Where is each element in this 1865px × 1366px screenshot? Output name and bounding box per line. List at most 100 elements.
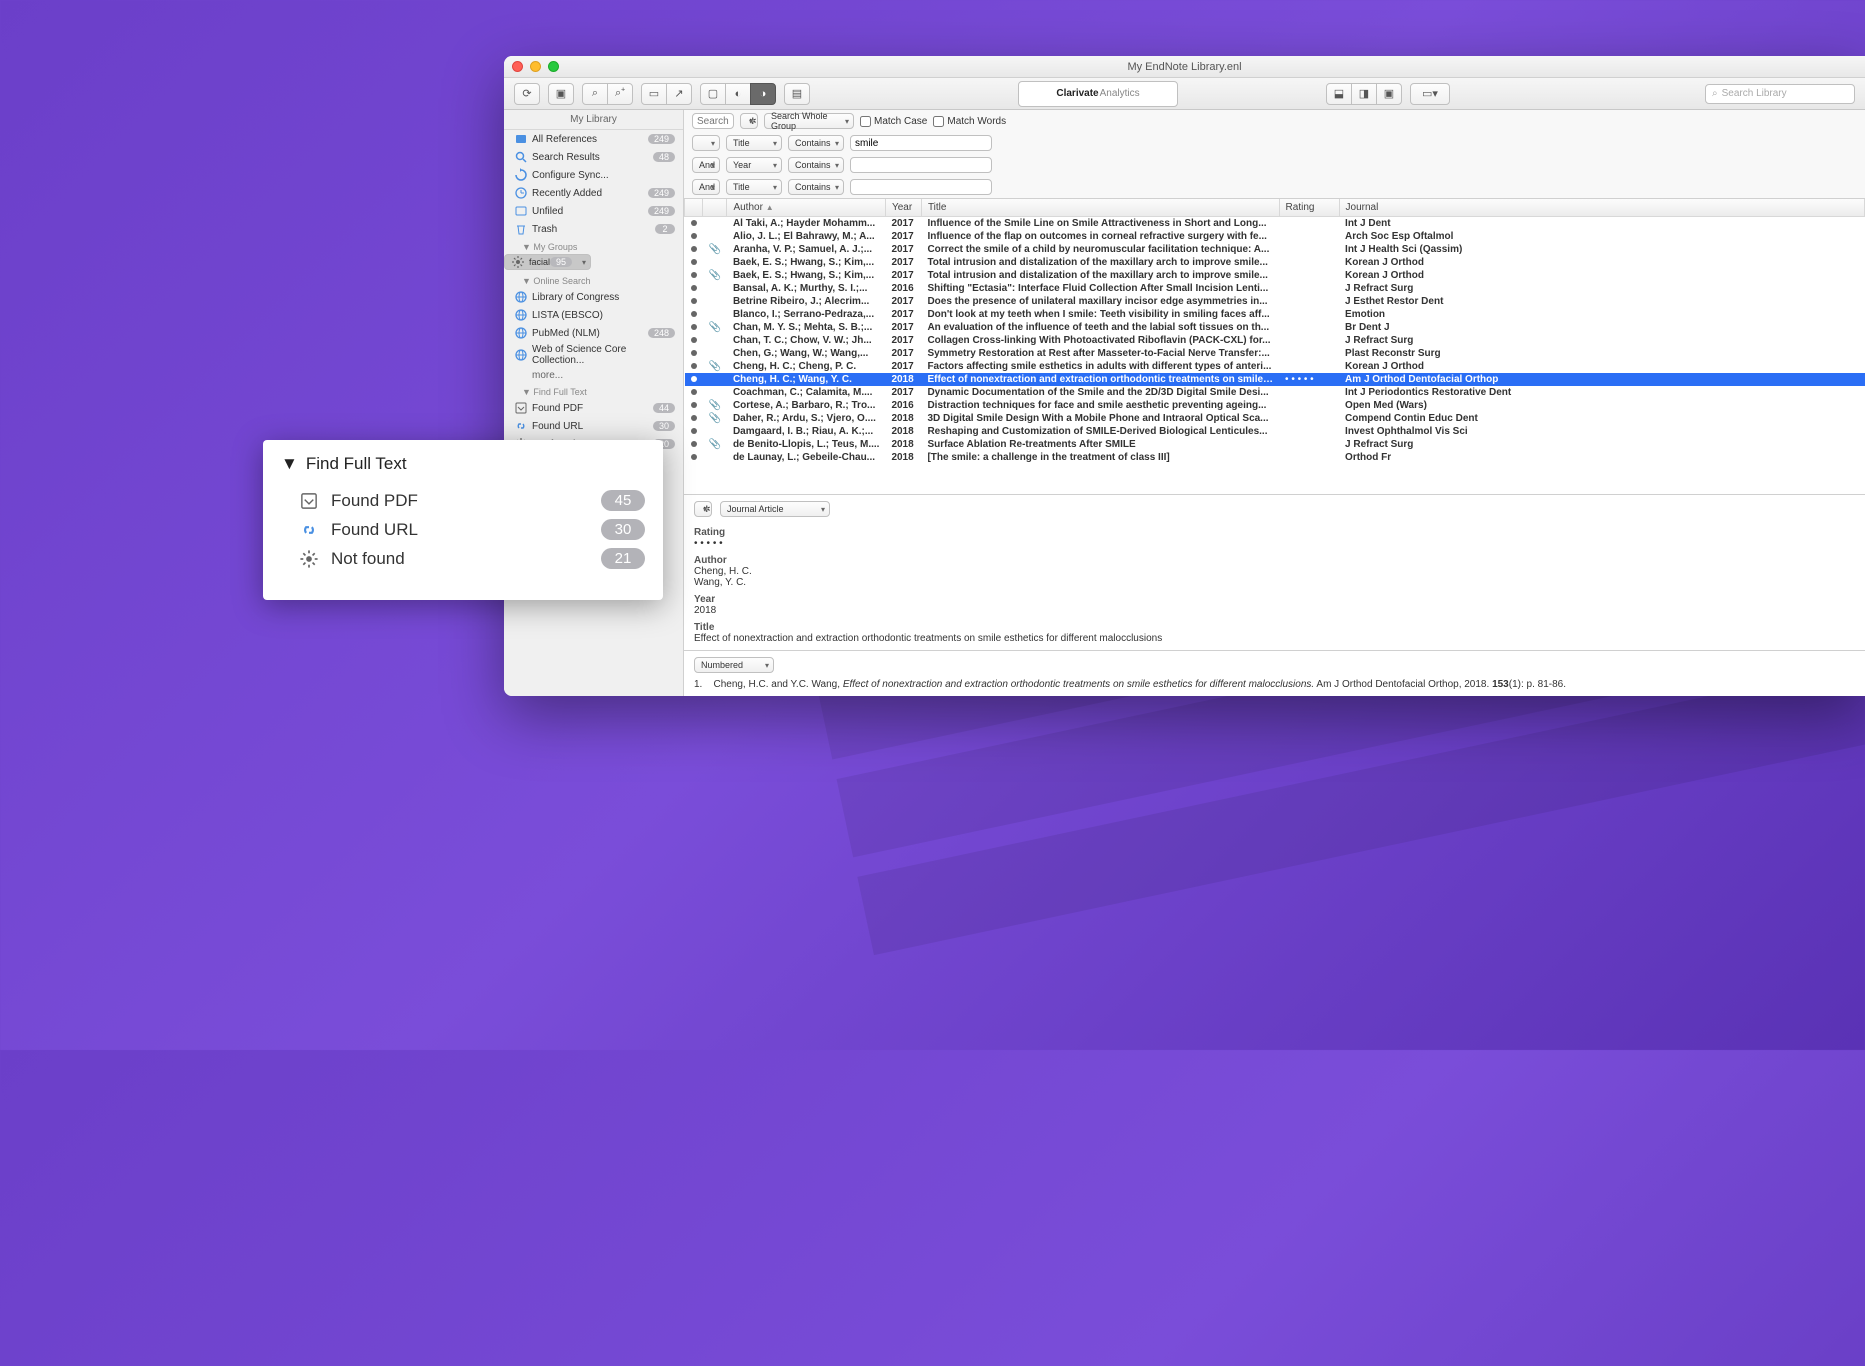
unread-icon — [691, 324, 697, 330]
share-button[interactable]: ▣ — [548, 83, 574, 105]
app-window: My EndNote Library.enl ⟳ ▣ ⌕ ⌕⁺ ▭ ↗ ▢ ◐ … — [504, 56, 1865, 696]
search-input[interactable] — [692, 113, 734, 129]
sidebar-more[interactable]: more... — [504, 368, 683, 383]
cell-year: 2018 — [885, 425, 921, 438]
sidebar-item-unfiled[interactable]: Unfiled249 — [504, 202, 683, 220]
table-row[interactable]: Coachman, C.; Calamita, M.... 2017 Dynam… — [685, 386, 1865, 399]
sidebar-item-search-results[interactable]: Search Results48 — [504, 148, 683, 166]
globe-icon — [514, 308, 528, 322]
search-scope-select[interactable]: Search Whole Group — [764, 113, 854, 129]
search-cond-select[interactable]: Contains — [788, 157, 844, 173]
cell-journal: Invest Ophthalmol Vis Sci — [1339, 425, 1864, 438]
cell-rating — [1279, 425, 1339, 438]
sidebar-item-library-of-congress[interactable]: Library of Congress — [504, 288, 683, 306]
sidebar-item-all-references[interactable]: All References249 — [504, 130, 683, 148]
column-header[interactable]: Author ▲ — [727, 199, 885, 217]
column-header[interactable]: Rating — [1279, 199, 1339, 217]
cell-author: Chan, M. Y. S.; Mehta, S. B.;... — [727, 321, 885, 334]
layout-off-button[interactable]: ▣ — [1376, 83, 1402, 105]
reference-type-select[interactable]: Journal Article — [720, 501, 830, 517]
citation-style-select[interactable]: Numbered — [694, 657, 774, 673]
table-row[interactable]: Damgaard, I. B.; Riau, A. K.;... 2018 Re… — [685, 425, 1865, 438]
unread-icon — [691, 220, 697, 226]
table-row[interactable]: Blanco, I.; Serrano-Pedraza,... 2017 Don… — [685, 308, 1865, 321]
table-row[interactable]: 📎 de Benito-Llopis, L.; Teus, M.... 2018… — [685, 438, 1865, 451]
layout-right-button[interactable]: ◨ — [1351, 83, 1377, 105]
new-ref-button[interactable]: ▭ — [641, 83, 667, 105]
search-op-select[interactable] — [692, 135, 720, 151]
search-field-select[interactable]: Title — [726, 135, 782, 151]
search-field-select[interactable]: Year — [726, 157, 782, 173]
cell-year: 2017 — [885, 321, 921, 334]
content-area: ✲ Search Whole Group Match Case Match Wo… — [684, 110, 1865, 696]
sidebar-item-recently-added[interactable]: Recently Added249 — [504, 184, 683, 202]
reference-table[interactable]: Author ▲YearTitleRatingJournal Al Taki, … — [684, 199, 1865, 494]
sidebar-item-found-pdf[interactable]: Found PDF44 — [504, 399, 683, 417]
table-row[interactable]: Chan, T. C.; Chow, V. W.; Jh... 2017 Col… — [685, 334, 1865, 347]
callout-item-found-pdf[interactable]: Found PDF45 — [281, 486, 645, 515]
help-button[interactable]: ▤ — [784, 83, 810, 105]
table-row[interactable]: 📎 Baek, E. S.; Hwang, S.; Kim,... 2017 T… — [685, 269, 1865, 282]
titlebar: My EndNote Library.enl — [504, 56, 1865, 78]
table-row[interactable]: 📎 Daher, R.; Ardu, S.; Vjero, O.... 2018… — [685, 412, 1865, 425]
trash-icon — [514, 222, 528, 236]
sidebar-item-trash[interactable]: Trash2 — [504, 220, 683, 238]
column-header[interactable]: Title — [921, 199, 1279, 217]
column-header[interactable]: Year — [885, 199, 921, 217]
table-row[interactable]: Chen, G.; Wang, W.; Wang,... 2017 Symmet… — [685, 347, 1865, 360]
attachment-icon: 📎 — [709, 244, 721, 255]
search-value-input[interactable] — [850, 135, 992, 151]
search-cond-select[interactable]: Contains — [788, 135, 844, 151]
magnify-button[interactable]: ⌕ — [582, 83, 608, 105]
search-value-input[interactable] — [850, 179, 992, 195]
export-button[interactable]: ↗ — [666, 83, 692, 105]
search-op-select[interactable]: And — [692, 157, 720, 173]
table-row[interactable]: Cheng, H. C.; Wang, Y. C. 2018 Effect of… — [685, 373, 1865, 386]
sync-button[interactable]: ⟳ — [514, 83, 540, 105]
folder-button[interactable]: ▢ — [700, 83, 726, 105]
search-field-select[interactable]: Title — [726, 179, 782, 195]
table-row[interactable]: Baek, E. S.; Hwang, S.; Kim,... 2017 Tot… — [685, 256, 1865, 269]
callout-item-found-url[interactable]: Found URL30 — [281, 515, 645, 544]
online-button[interactable]: ◐ — [725, 83, 751, 105]
table-row[interactable]: 📎 Aranha, V. P.; Samuel, A. J.;... 2017 … — [685, 243, 1865, 256]
cell-rating — [1279, 269, 1339, 282]
column-header[interactable] — [685, 199, 703, 217]
detail-settings-menu[interactable]: ✲ — [694, 501, 712, 517]
match-case-checkbox[interactable]: Match Case — [860, 116, 927, 127]
search-value-input[interactable] — [850, 157, 992, 173]
sidebar-item-facial[interactable]: facial95 — [504, 254, 591, 270]
table-row[interactable]: 📎 Cheng, H. C.; Cheng, P. C. 2017 Factor… — [685, 360, 1865, 373]
cell-author: Cortese, A.; Barbaro, R.; Tro... — [727, 399, 885, 412]
sidebar-item-lista-ebsco-[interactable]: LISTA (EBSCO) — [504, 306, 683, 324]
sidebar-item-configure-sync-[interactable]: Configure Sync... — [504, 166, 683, 184]
table-row[interactable]: de Launay, L.; Gebeile-Chau... 2018 [The… — [685, 451, 1865, 464]
table-row[interactable]: Bansal, A. K.; Murthy, S. I.;... 2016 Sh… — [685, 282, 1865, 295]
column-header[interactable] — [703, 199, 727, 217]
sidebar-item-web-of-science-core-collection-[interactable]: Web of Science Core Collection... — [504, 342, 683, 368]
integrated-mode-button[interactable]: ◑ — [750, 83, 776, 105]
search-cond-select[interactable]: Contains — [788, 179, 844, 195]
table-row[interactable]: Betrine Ribeiro, J.; Alecrim... 2017 Doe… — [685, 295, 1865, 308]
search-settings-menu[interactable]: ✲ — [740, 113, 758, 129]
sidebar-item-found-url[interactable]: Found URL30 — [504, 417, 683, 435]
table-row[interactable]: Al Taki, A.; Hayder Mohamm... 2017 Influ… — [685, 217, 1865, 231]
callout-item-not-found[interactable]: Not found21 — [281, 544, 645, 573]
table-row[interactable]: 📎 Cortese, A.; Barbaro, R.; Tro... 2016 … — [685, 399, 1865, 412]
panel-button[interactable]: ▭▾ — [1410, 83, 1450, 105]
unread-icon — [691, 233, 697, 239]
table-row[interactable]: 📎 Chan, M. Y. S.; Mehta, S. B.;... 2017 … — [685, 321, 1865, 334]
column-header[interactable]: Journal — [1339, 199, 1864, 217]
find-fulltext-button[interactable]: ⌕⁺ — [607, 83, 633, 105]
pdf-icon — [514, 401, 528, 415]
search-op-select[interactable]: And — [692, 179, 720, 195]
brand-button[interactable]: ClarivateAnalytics — [1018, 81, 1178, 107]
layout-bottom-button[interactable]: ⬓ — [1326, 83, 1352, 105]
sidebar-item-label: facial — [529, 257, 550, 267]
match-words-checkbox[interactable]: Match Words — [933, 116, 1006, 127]
search-library-input[interactable]: ⌕ Search Library — [1705, 84, 1855, 104]
rating-value[interactable]: • • • • • — [694, 538, 1855, 549]
year-value: 2018 — [694, 605, 1855, 616]
sidebar-item-pubmed-nlm-[interactable]: PubMed (NLM)248 — [504, 324, 683, 342]
table-row[interactable]: Alio, J. L.; El Bahrawy, M.; A... 2017 I… — [685, 230, 1865, 243]
